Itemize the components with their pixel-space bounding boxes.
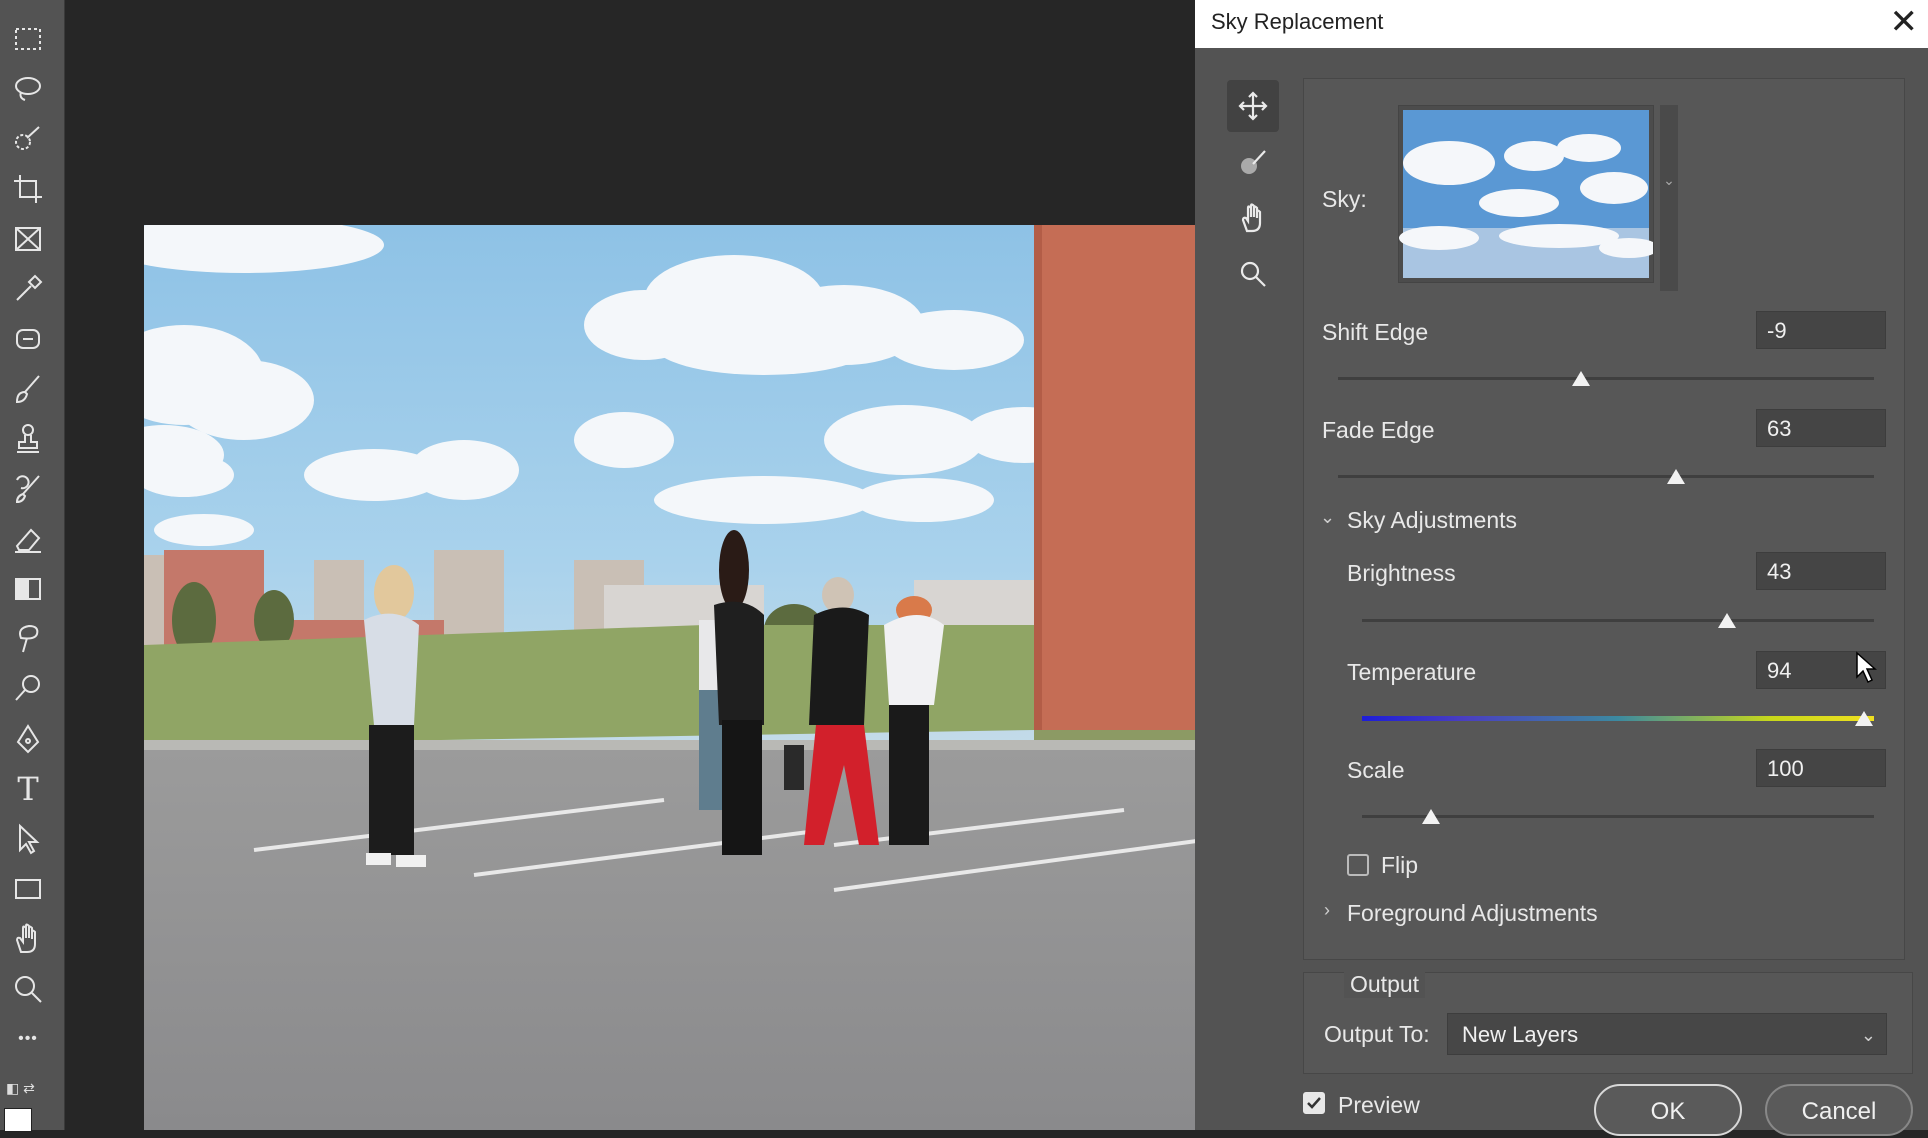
hand-icon[interactable]: [8, 919, 48, 959]
move-sky-icon[interactable]: [1227, 80, 1279, 132]
zoom-icon[interactable]: [1227, 248, 1279, 300]
temperature-track[interactable]: [1362, 716, 1874, 721]
brightness-slider-thumb[interactable]: [1718, 613, 1736, 628]
output-group-label: Output: [1344, 971, 1426, 998]
history-brush-icon[interactable]: [8, 469, 48, 509]
brush-icon[interactable]: [8, 369, 48, 409]
tools-panel: T ••• ◧ ⇄: [0, 0, 65, 1132]
crop-icon[interactable]: [8, 169, 48, 209]
chevron-right-icon[interactable]: ›: [1324, 900, 1330, 921]
output-group: Output Output To: New Layers ⌄: [1303, 971, 1913, 1074]
pen-icon[interactable]: [8, 719, 48, 759]
more-glyph: •••: [18, 1030, 38, 1047]
shift-edge-input[interactable]: -9: [1756, 311, 1886, 349]
quick-select-icon[interactable]: [8, 119, 48, 159]
temperature-slider-thumb[interactable]: [1855, 711, 1873, 726]
sky-brush-icon[interactable]: [1227, 136, 1279, 188]
eyedropper-icon[interactable]: [8, 269, 48, 309]
brightness-input[interactable]: 43: [1756, 552, 1886, 590]
output-to-label: Output To:: [1324, 1021, 1430, 1047]
output-to-value: New Layers: [1462, 1022, 1579, 1047]
rectangle-icon[interactable]: [8, 869, 48, 909]
fade-edge-input[interactable]: 63: [1756, 409, 1886, 447]
marquee-icon[interactable]: [8, 19, 48, 59]
frame-icon[interactable]: [8, 219, 48, 259]
lasso-icon[interactable]: [8, 69, 48, 109]
scale-label: Scale: [1347, 757, 1405, 783]
type-icon[interactable]: T: [8, 769, 48, 809]
cancel-button[interactable]: Cancel: [1765, 1084, 1913, 1136]
brightness-label: Brightness: [1347, 560, 1456, 586]
shift-edge-slider-thumb[interactable]: [1572, 371, 1590, 386]
foreground-color-swatch[interactable]: [4, 1108, 32, 1132]
type-glyph: T: [17, 770, 39, 808]
hand-icon[interactable]: [1227, 192, 1279, 244]
temperature-label: Temperature: [1347, 659, 1477, 685]
stamp-icon[interactable]: [8, 419, 48, 459]
fade-edge-track[interactable]: [1338, 475, 1874, 478]
sky-preset-picker[interactable]: [1398, 105, 1654, 283]
foreground-adjustments-header[interactable]: Foreground Adjustments: [1347, 900, 1598, 927]
dialog-titlebar[interactable]: Sky Replacement ✕: [1195, 0, 1928, 48]
mouse-cursor-icon: [1856, 651, 1877, 684]
dodge-icon[interactable]: [8, 669, 48, 709]
sky-replacement-dialog: Sky Replacement ✕ Sky: ⌄ Shift Edge -9 F…: [1195, 0, 1928, 1130]
zoom-icon[interactable]: [8, 969, 48, 1009]
checkmark-icon: [1307, 1097, 1321, 1109]
photo-image: [144, 225, 1260, 1130]
patch-icon[interactable]: [8, 319, 48, 359]
dialog-title: Sky Replacement: [1211, 9, 1384, 34]
default-colors-icon[interactable]: ◧ ⇄: [6, 1080, 35, 1097]
sky-settings-group: Sky: ⌄ Shift Edge -9 Fade Edge 63 ⌄ Sky …: [1303, 78, 1905, 960]
eraser-icon[interactable]: [8, 519, 48, 559]
sky-thumbnail: [1399, 110, 1653, 278]
chevron-down-icon: ⌄: [1860, 1025, 1876, 1045]
brightness-track[interactable]: [1362, 619, 1874, 622]
smudge-icon[interactable]: [8, 619, 48, 659]
photo-canvas[interactable]: [144, 225, 1260, 1130]
shift-edge-track[interactable]: [1338, 377, 1874, 380]
chevron-down-icon[interactable]: ⌄: [1320, 507, 1335, 528]
output-to-select[interactable]: New Layers ⌄: [1447, 1013, 1887, 1055]
scale-input[interactable]: 100: [1756, 749, 1886, 787]
more-icon[interactable]: •••: [8, 1019, 48, 1059]
close-icon[interactable]: ✕: [1890, 2, 1919, 42]
sky-label: Sky:: [1322, 186, 1367, 212]
fade-edge-slider-thumb[interactable]: [1667, 469, 1685, 484]
shift-edge-label: Shift Edge: [1322, 319, 1429, 345]
dialog-tools: [1227, 80, 1279, 304]
preview-label: Preview: [1338, 1092, 1420, 1118]
sky-adjustments-header[interactable]: Sky Adjustments: [1347, 507, 1517, 534]
scale-slider-thumb[interactable]: [1422, 809, 1440, 824]
flip-checkbox[interactable]: [1347, 854, 1369, 876]
path-select-icon[interactable]: [8, 819, 48, 859]
flip-label: Flip: [1381, 852, 1419, 878]
fade-edge-label: Fade Edge: [1322, 417, 1435, 443]
sky-dropdown-arrow[interactable]: ⌄: [1660, 105, 1678, 291]
preview-checkbox[interactable]: [1303, 1092, 1325, 1114]
document-canvas-area: [65, 0, 1260, 1130]
ok-button[interactable]: OK: [1594, 1084, 1742, 1136]
gradient-icon[interactable]: [8, 569, 48, 609]
